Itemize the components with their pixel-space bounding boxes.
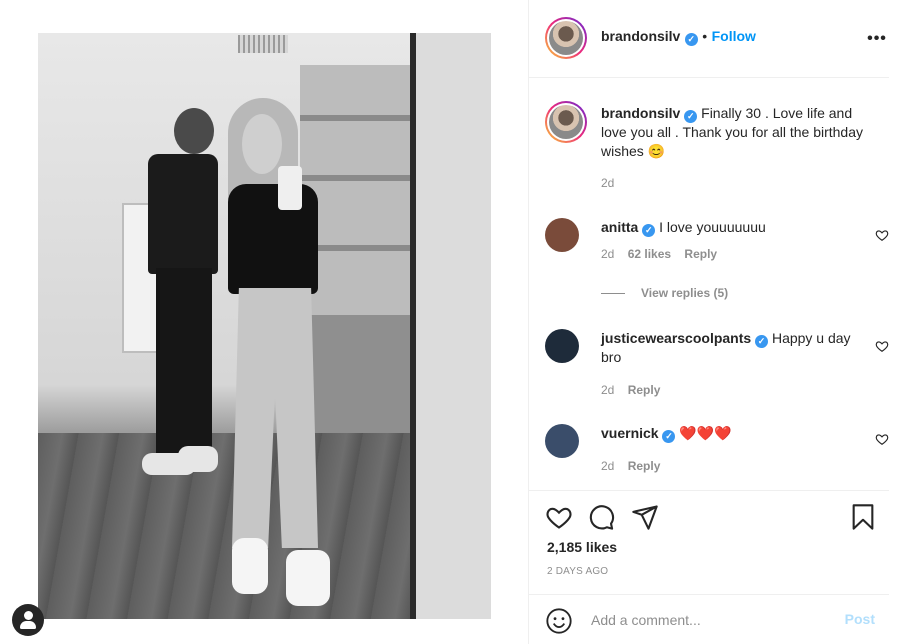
comment-username[interactable]: vuernick [601,425,659,441]
post-comment-button[interactable]: Post [845,611,875,627]
comment-time[interactable]: 2d [601,383,614,397]
bookmark-icon[interactable] [849,503,877,531]
follow-button[interactable]: Follow [712,28,756,44]
verified-badge-icon: ✓ [684,110,698,123]
reply-button[interactable]: Reply [628,383,661,397]
share-icon[interactable] [631,503,659,531]
post-actions: 2,185 likes 2 DAYS AGO [529,490,889,590]
author-avatar[interactable] [545,17,587,59]
photo-vent [238,35,288,53]
photo-wall-right [416,33,491,619]
comment-text: I love youuuuuuu [659,219,766,235]
view-replies-label: View replies (5) [641,286,729,300]
comment-time[interactable]: 2d [601,247,614,261]
verified-badge-icon: ✓ [755,335,769,348]
comment-text: ❤️❤️❤️ [679,425,732,441]
comment-icon[interactable] [587,503,615,531]
comment-time[interactable]: 2d [601,459,614,473]
comment-username[interactable]: justicewearscoolpants [601,330,751,346]
author-username[interactable]: brandonsilv [601,28,680,44]
photo-person-woman [188,98,358,608]
comment-input[interactable] [591,609,831,631]
comment-like-heart-icon[interactable] [875,339,889,353]
post-media-area [0,0,528,644]
view-replies-button[interactable]: View replies (5) [601,286,728,300]
caption-time[interactable]: 2d [601,176,614,190]
post-photo[interactable] [38,33,491,619]
commenter-avatar[interactable] [545,424,579,458]
reply-button[interactable]: Reply [684,247,717,261]
heart-icon[interactable] [545,503,573,531]
comment-username[interactable]: anitta [601,219,638,235]
reply-button[interactable]: Reply [628,459,661,473]
commenter-avatar[interactable] [545,218,579,252]
separator-dot: • [702,28,708,44]
add-comment-bar: Post [529,594,889,644]
verified-badge-icon: ✓ [662,430,676,443]
emoji-icon[interactable] [545,607,573,635]
replies-divider-line [601,293,625,295]
comment-like-heart-icon[interactable] [875,432,889,446]
commenter-avatar[interactable] [545,329,579,363]
comment-like-heart-icon[interactable] [875,228,889,242]
verified-badge-icon: ✓ [642,224,656,237]
likes-count[interactable]: 2,185 likes [547,539,617,555]
caption-author-avatar[interactable] [545,101,587,143]
post-side-panel: brandonsilv ✓ • Follow ••• brandonsilv ✓… [528,0,908,644]
verified-badge-icon: ✓ [684,33,698,46]
post-header: brandonsilv ✓ • Follow ••• [529,0,889,78]
comment-likes[interactable]: 62 likes [628,247,671,261]
caption-username[interactable]: brandonsilv [601,105,680,121]
user-tag-icon[interactable] [12,604,44,636]
more-icon[interactable]: ••• [865,30,889,48]
post-timestamp[interactable]: 2 DAYS AGO [547,566,608,577]
